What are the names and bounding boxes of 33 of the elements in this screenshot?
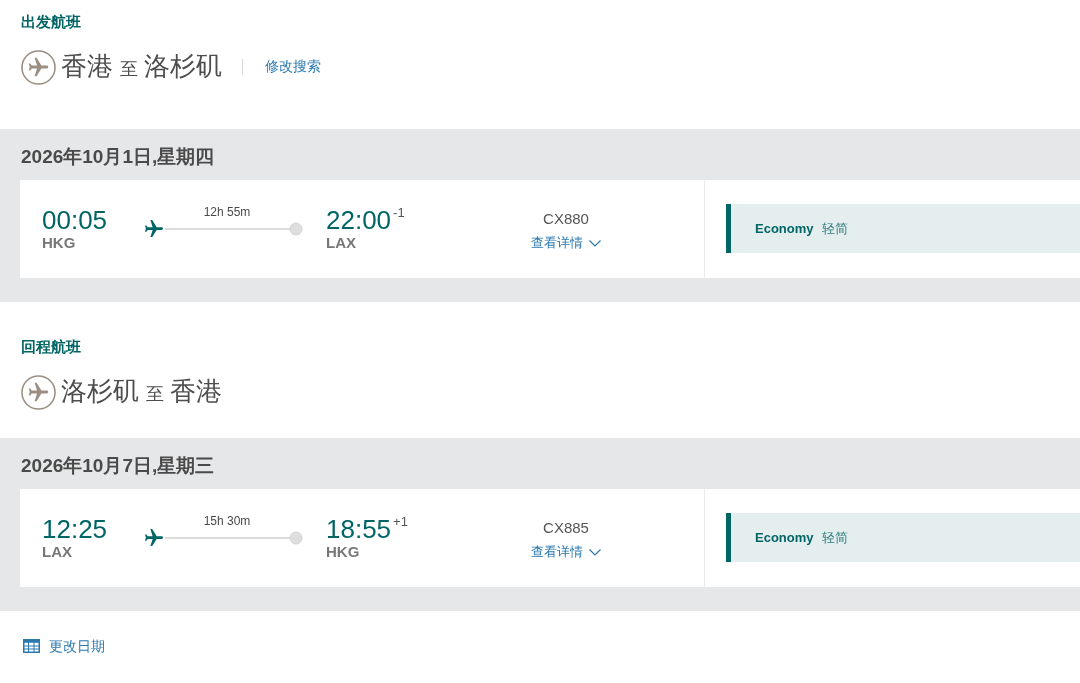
plane-icon xyxy=(145,529,163,547)
arrival-airport: LAX xyxy=(326,235,356,251)
plane-circle-icon xyxy=(21,49,56,85)
departure-time: 12:25 xyxy=(42,515,108,543)
fare-option[interactable]: Economy 轻简 xyxy=(726,204,1080,253)
flight-duration: 15h 30m xyxy=(202,514,251,528)
flight-number: CX885 xyxy=(543,519,589,537)
plane-circle-icon xyxy=(21,374,56,410)
chevron-down-icon xyxy=(589,239,601,247)
route-title: 洛杉矶 至 香港 xyxy=(61,374,223,408)
fare-option[interactable]: Economy 轻简 xyxy=(726,513,1080,562)
flight-number: CX880 xyxy=(543,210,589,228)
change-date-link[interactable]: 更改日期 xyxy=(23,637,105,655)
departure-airport: HKG xyxy=(42,235,76,251)
arrival-airport: HKG xyxy=(326,544,360,560)
flight-date: 2026年10月7日,星期三 xyxy=(21,454,215,478)
section-heading: 出发航班 xyxy=(21,12,81,32)
departure-time: 00:05 xyxy=(42,206,108,234)
flight-duration: 12h 55m xyxy=(202,205,251,219)
modify-search-link[interactable]: 修改搜索 xyxy=(265,58,322,76)
route-title: 香港 至 洛杉矶 xyxy=(61,49,223,83)
arrival-time: 22:00 xyxy=(326,206,392,234)
details-link[interactable]: 查看详情 xyxy=(531,544,601,560)
section-heading: 回程航班 xyxy=(21,337,81,357)
calendar-icon xyxy=(23,639,40,653)
departure-airport: LAX xyxy=(42,544,72,560)
details-link[interactable]: 查看详情 xyxy=(531,235,601,251)
day-offset: -1 xyxy=(393,206,405,220)
plane-icon xyxy=(145,220,163,238)
arrival-time: 18:55 xyxy=(326,515,392,543)
day-offset: +1 xyxy=(393,515,408,529)
flight-date: 2026年10月1日,星期四 xyxy=(21,145,215,169)
chevron-down-icon xyxy=(589,548,601,556)
